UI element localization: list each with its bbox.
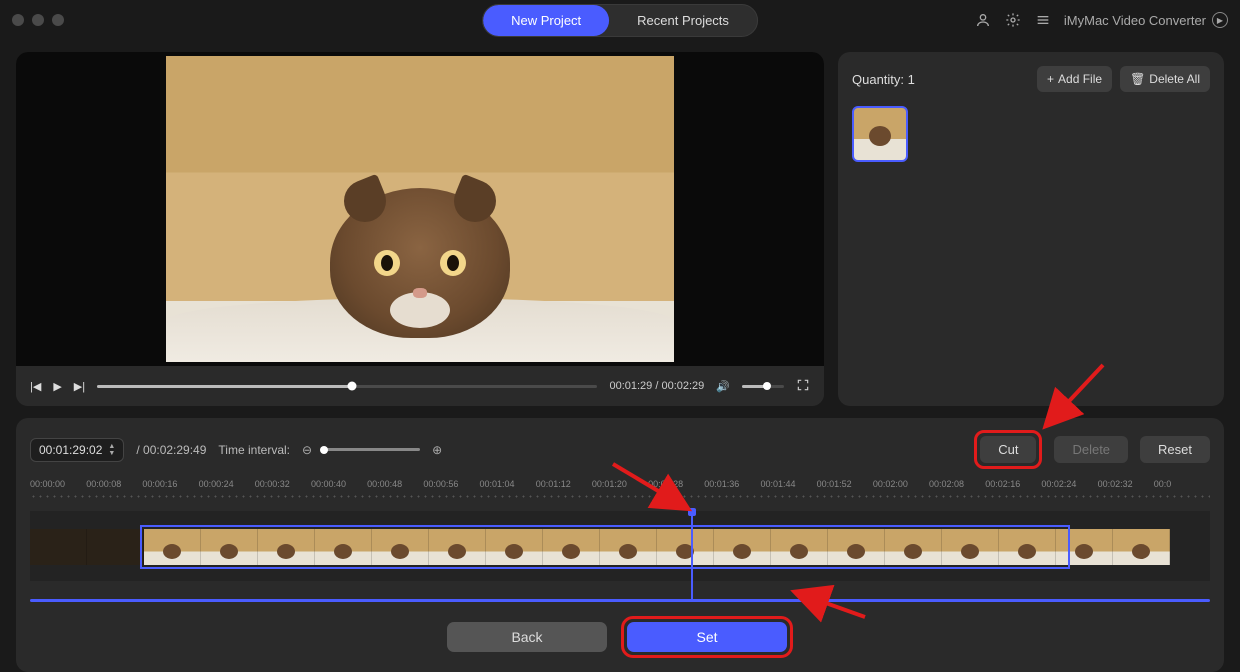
app-name-label: iMyMac Video Converter bbox=[1064, 13, 1206, 28]
ruler-tick: 00:00:32 bbox=[255, 479, 311, 505]
app-name: iMyMac Video Converter ▶ bbox=[1064, 12, 1228, 28]
set-button[interactable]: Set bbox=[627, 622, 787, 652]
ruler-tick: 00:00:08 bbox=[86, 479, 142, 505]
ruler-tick: 00:01:44 bbox=[760, 479, 816, 505]
stepper-up-icon[interactable]: ▲ bbox=[108, 443, 115, 450]
ruler-tick: 00:00:00 bbox=[30, 479, 86, 505]
menu-icon[interactable] bbox=[1034, 11, 1052, 29]
ruler-tick: 00:01:12 bbox=[536, 479, 592, 505]
timeline-frame[interactable] bbox=[201, 529, 258, 565]
ruler-tick: 00:02:00 bbox=[873, 479, 929, 505]
time-interval-label: Time interval: bbox=[218, 443, 290, 457]
ruler-tick: 00:01:04 bbox=[480, 479, 536, 505]
minimize-window-icon[interactable] bbox=[32, 14, 44, 26]
zoom-out-icon[interactable]: ⊖ bbox=[302, 443, 312, 457]
tab-recent-projects[interactable]: Recent Projects bbox=[609, 5, 757, 36]
timeline-frame[interactable] bbox=[942, 529, 999, 565]
back-button[interactable]: Back bbox=[447, 622, 607, 652]
clip-thumbnail[interactable] bbox=[852, 106, 908, 162]
ruler-tick: 00:02:16 bbox=[985, 479, 1041, 505]
timeline-frame[interactable] bbox=[30, 529, 87, 565]
close-window-icon[interactable] bbox=[12, 14, 24, 26]
zoom-in-icon[interactable]: ⊕ bbox=[432, 443, 442, 457]
time-interval-slider[interactable] bbox=[324, 448, 420, 451]
timeline-frame[interactable] bbox=[429, 529, 486, 565]
add-file-button[interactable]: +Add File bbox=[1037, 66, 1112, 92]
timeline-frame[interactable] bbox=[657, 529, 714, 565]
ruler-tick: 00:00:24 bbox=[199, 479, 255, 505]
play-icon[interactable]: ▶ bbox=[53, 380, 61, 393]
prev-frame-icon[interactable]: |◀ bbox=[30, 380, 41, 393]
timeline-frame[interactable] bbox=[144, 529, 201, 565]
app-play-icon: ▶ bbox=[1212, 12, 1228, 28]
timeline-frame[interactable] bbox=[600, 529, 657, 565]
ruler-tick: 00:02:08 bbox=[929, 479, 985, 505]
clip-list-panel: Quantity: 1 +Add File 🗑Delete All bbox=[838, 52, 1224, 406]
playhead[interactable] bbox=[691, 511, 693, 601]
timeline-frame[interactable] bbox=[999, 529, 1056, 565]
preview-panel: |◀ ▶ ▶| 00:01:29 / 00:02:29 🔊 bbox=[16, 52, 824, 406]
ruler-tick: 00:02:32 bbox=[1098, 479, 1154, 505]
timeline-frame[interactable] bbox=[1113, 529, 1170, 565]
ruler-tick: 00:01:36 bbox=[704, 479, 760, 505]
video-frame bbox=[166, 56, 674, 362]
timeline-frame[interactable] bbox=[828, 529, 885, 565]
volume-icon[interactable]: 🔊 bbox=[716, 380, 730, 393]
ruler-tick: 00:01:20 bbox=[592, 479, 648, 505]
timeline-frame[interactable] bbox=[258, 529, 315, 565]
delete-all-button[interactable]: 🗑Delete All bbox=[1120, 66, 1210, 92]
reset-button[interactable]: Reset bbox=[1140, 436, 1210, 463]
timeline[interactable] bbox=[30, 511, 1210, 581]
annotation-highlight-cut: Cut bbox=[974, 430, 1042, 469]
timeline-frame[interactable] bbox=[885, 529, 942, 565]
timeline-panel: 00:01:29:02 ▲▼ / 00:02:29:49 Time interv… bbox=[16, 418, 1224, 672]
window-controls bbox=[12, 14, 64, 26]
volume-slider[interactable] bbox=[742, 385, 784, 388]
ruler-tick: 00:02:24 bbox=[1041, 479, 1097, 505]
timecode-input[interactable]: 00:01:29:02 ▲▼ bbox=[30, 438, 124, 462]
ruler-tick: 00:00:16 bbox=[142, 479, 198, 505]
timeline-frame[interactable] bbox=[771, 529, 828, 565]
ruler-tick: 00:0 bbox=[1154, 479, 1210, 505]
account-icon[interactable] bbox=[974, 11, 992, 29]
timeline-frame[interactable] bbox=[87, 529, 144, 565]
ruler-tick: 00:00:48 bbox=[367, 479, 423, 505]
settings-icon[interactable] bbox=[1004, 11, 1022, 29]
ruler-tick: 00:00:40 bbox=[311, 479, 367, 505]
timeline-frame[interactable] bbox=[486, 529, 543, 565]
ruler-tick: 00:01:52 bbox=[817, 479, 873, 505]
ruler-tick: 00:00:56 bbox=[423, 479, 479, 505]
video-preview[interactable] bbox=[16, 52, 824, 366]
maximize-window-icon[interactable] bbox=[52, 14, 64, 26]
fullscreen-icon[interactable] bbox=[796, 378, 810, 395]
trash-icon: 🗑 bbox=[1130, 72, 1145, 86]
timecode-total: / 00:02:29:49 bbox=[136, 443, 206, 457]
cut-button[interactable]: Cut bbox=[980, 436, 1036, 463]
plus-icon: + bbox=[1047, 72, 1054, 86]
seek-slider[interactable] bbox=[97, 385, 597, 388]
delete-button[interactable]: Delete bbox=[1054, 436, 1128, 463]
tab-new-project[interactable]: New Project bbox=[483, 5, 609, 36]
project-tabs: New Project Recent Projects bbox=[482, 4, 758, 37]
timeline-frame[interactable] bbox=[372, 529, 429, 565]
stepper-down-icon[interactable]: ▼ bbox=[108, 450, 115, 457]
next-frame-icon[interactable]: ▶| bbox=[74, 380, 85, 393]
selection-bar bbox=[30, 599, 1210, 602]
player-controls: |◀ ▶ ▶| 00:01:29 / 00:02:29 🔊 bbox=[16, 366, 824, 406]
quantity-label: Quantity: 1 bbox=[852, 72, 915, 87]
timeline-frame[interactable] bbox=[1056, 529, 1113, 565]
time-display: 00:01:29 / 00:02:29 bbox=[609, 380, 704, 392]
time-ruler: 00:00:0000:00:0800:00:1600:00:2400:00:32… bbox=[30, 479, 1210, 505]
timeline-frame[interactable] bbox=[543, 529, 600, 565]
annotation-highlight-set: Set bbox=[621, 616, 793, 658]
timeline-frame[interactable] bbox=[714, 529, 771, 565]
timeline-frame[interactable] bbox=[315, 529, 372, 565]
ruler-tick: 00:01:28 bbox=[648, 479, 704, 505]
titlebar: New Project Recent Projects iMyMac Video… bbox=[0, 0, 1240, 40]
